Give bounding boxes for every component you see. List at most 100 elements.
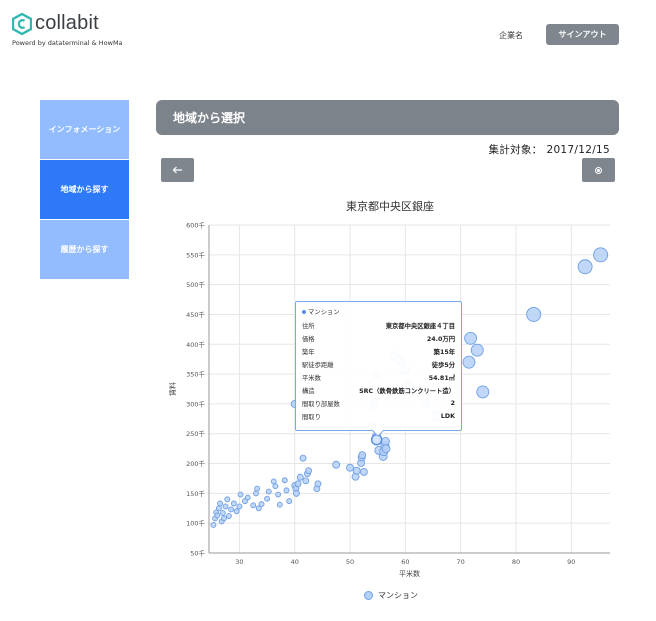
data-point[interactable] [296, 473, 304, 481]
data-point[interactable] [299, 454, 307, 462]
tooltip-row: 間取り部屋数 2 [302, 397, 455, 410]
data-point[interactable] [294, 480, 302, 488]
sidebar-item-label: 履歴から探す [60, 245, 109, 254]
data-point[interactable] [526, 307, 542, 322]
data-point[interactable] [233, 508, 240, 515]
data-point[interactable] [352, 466, 361, 475]
period-label: 集計対象： [488, 144, 543, 156]
data-point[interactable] [217, 500, 224, 507]
data-point[interactable] [276, 501, 283, 508]
data-point[interactable] [470, 343, 484, 357]
tooltip-row-label: 価格 [302, 336, 315, 343]
sidebar-item-information[interactable]: インフォメーション [40, 100, 129, 159]
data-point[interactable] [236, 503, 243, 510]
sidebar-item-search-region[interactable]: 地域から探す [40, 160, 129, 219]
x-axis-label: 平米数 [399, 569, 420, 578]
y-tick-label: 400千 [186, 340, 205, 349]
tooltip-row-label: 構造 [302, 388, 315, 395]
data-point[interactable] [314, 480, 322, 488]
data-point[interactable] [381, 444, 391, 454]
data-point[interactable] [253, 490, 259, 497]
data-point[interactable] [225, 513, 232, 519]
data-point[interactable] [464, 331, 478, 345]
sidebar-item-label: インフォメーション [48, 125, 121, 134]
y-tick-label: 550千 [186, 250, 205, 259]
data-point[interactable] [302, 477, 310, 485]
radio-dot-icon [595, 166, 602, 174]
signout-button[interactable]: サインアウト [546, 24, 619, 45]
tooltip-row-value: 54.81㎡ [428, 375, 455, 382]
data-point[interactable] [216, 505, 222, 512]
data-point[interactable] [258, 501, 265, 508]
data-point[interactable] [292, 489, 300, 497]
brand-logo[interactable]: collabit Powerd by dataterminal & HowMa [12, 12, 123, 47]
data-point[interactable] [305, 467, 313, 475]
period-value: 2017/12/15 [546, 144, 610, 156]
data-point[interactable] [275, 491, 282, 498]
data-point[interactable] [359, 467, 368, 476]
tooltip-row-label: 平米数 [302, 375, 321, 382]
data-point[interactable] [476, 385, 490, 399]
tooltip-header: マンション [302, 307, 455, 316]
data-point[interactable] [224, 496, 231, 503]
arrow-left-icon [172, 166, 182, 174]
tooltip-row-label: 間取り部屋数 [302, 401, 340, 408]
sidebar: インフォメーション 地域から探す 履歴から探す [40, 100, 129, 280]
collabit-logo-icon [12, 12, 32, 35]
chart-legend[interactable]: マンション [364, 590, 418, 601]
data-point[interactable] [358, 451, 367, 460]
data-point[interactable] [593, 247, 609, 263]
section-title-text: 地域から選択 [173, 111, 246, 125]
logo-tagline: Powerd by dataterminal & HowMa [12, 39, 123, 47]
tooltip-row-value: 築15年 [433, 349, 455, 356]
chart-title: 東京都中央区銀座 [346, 200, 434, 213]
reset-button[interactable] [582, 158, 615, 182]
data-point[interactable] [281, 477, 288, 484]
y-tick-label: 600千 [186, 221, 205, 230]
tooltip-row: 構造 SRC（鉄骨鉄筋コンクリート造） [302, 384, 455, 397]
tooltip-row-label: 駅徒歩距離 [302, 362, 334, 369]
period-display: 集計対象： 2017/12/15 [488, 142, 614, 157]
data-point[interactable] [222, 503, 229, 510]
data-point[interactable] [237, 491, 244, 498]
y-tick-label: 50千 [190, 549, 205, 558]
data-point[interactable] [264, 495, 271, 502]
data-point[interactable] [230, 500, 237, 507]
tooltip-row-value: LDK [440, 413, 455, 420]
legend-swatch-icon [364, 591, 373, 600]
data-point[interactable] [270, 478, 277, 485]
data-point[interactable] [244, 494, 251, 501]
data-point[interactable] [210, 522, 217, 528]
x-tick-label: 60 [401, 558, 409, 566]
y-tick-label: 100千 [186, 519, 205, 528]
legend-label: マンション [378, 591, 418, 600]
y-tick-label: 450千 [186, 310, 205, 319]
data-point[interactable] [254, 485, 261, 492]
x-tick-label: 90 [567, 558, 575, 566]
logo-text: collabit [35, 12, 99, 34]
data-point[interactable] [462, 355, 476, 369]
data-point[interactable] [265, 488, 272, 495]
data-point[interactable] [577, 259, 593, 275]
data-point[interactable] [214, 512, 221, 519]
sidebar-item-search-history[interactable]: 履歴から探す [40, 220, 129, 279]
data-point[interactable] [220, 515, 227, 522]
tooltip-rows: 住所 東京都中央区銀座４丁目 価格 24.0万円 築年 築15年 駅徒歩距離 徒歩5分 平米数 5… [302, 319, 455, 423]
data-point[interactable] [228, 506, 235, 513]
y-tick-label: 150千 [186, 489, 205, 498]
data-point[interactable] [346, 463, 354, 472]
data-point[interactable] [272, 483, 279, 490]
company-name: 企業名 [499, 31, 523, 40]
tooltip-row-value: 東京都中央区銀座４丁目 [385, 323, 455, 330]
x-tick-label: 40 [291, 558, 299, 566]
tooltip-row: 平米数 54.81㎡ [302, 371, 455, 384]
back-button[interactable] [161, 158, 194, 182]
tooltip-row-label: 住所 [302, 323, 315, 330]
x-tick-label: 80 [512, 558, 520, 566]
data-point[interactable] [250, 502, 257, 509]
x-tick-label: 30 [235, 558, 243, 566]
data-point[interactable] [286, 498, 293, 505]
data-point[interactable] [283, 487, 290, 494]
data-point[interactable] [219, 510, 226, 516]
data-point[interactable] [332, 460, 341, 469]
